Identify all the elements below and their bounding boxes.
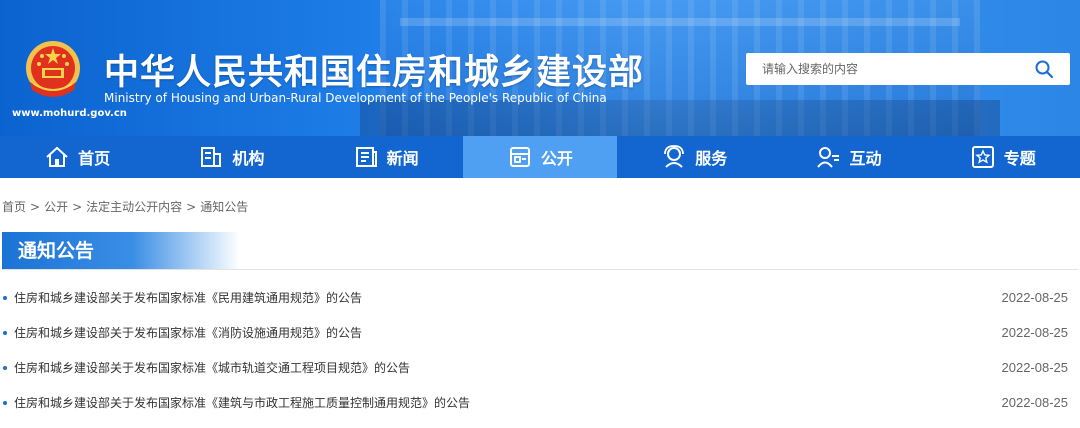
nav-item-label: 互动	[849, 149, 882, 168]
notice-date: 2022-08-25	[1001, 290, 1069, 305]
document-icon	[509, 147, 530, 167]
nav-item-label: 新闻	[386, 149, 419, 168]
nav-item-label: 专题	[1003, 149, 1036, 168]
list-item[interactable]: 住房和城乡建设部关于发布国家标准《建筑与市政工程施工质量控制通用规范》的公告 2…	[0, 385, 1080, 420]
site-title-english: Ministry of Housing and Urban-Rural Deve…	[104, 91, 607, 105]
site-url: www.mohurd.gov.cn	[12, 108, 127, 119]
notice-title[interactable]: 住房和城乡建设部关于发布国家标准《城市轨道交通工程项目规范》的公告	[14, 359, 410, 376]
breadcrumb-public[interactable]: 公开	[44, 200, 68, 214]
nav-item-label: 服务	[695, 149, 728, 168]
newspaper-icon	[355, 147, 377, 167]
bullet-icon	[3, 331, 7, 335]
nav-item-home[interactable]: 首页	[0, 136, 154, 178]
breadcrumb-separator: >	[30, 200, 41, 214]
breadcrumb-separator: >	[186, 200, 197, 214]
nav-item-services[interactable]: 服务	[617, 136, 771, 178]
home-icon	[46, 146, 68, 167]
list-item[interactable]: 住房和城乡建设部关于发布国家标准《民用建筑通用规范》的公告 2022-08-25	[0, 280, 1080, 315]
main-nav: 首页 机构 新闻 公开 服务 互动 专题	[0, 136, 1080, 178]
breadcrumb-home[interactable]: 首页	[2, 200, 26, 214]
nav-item-news[interactable]: 新闻	[309, 136, 463, 178]
service-icon	[664, 145, 685, 168]
breadcrumb-statutory[interactable]: 法定主动公开内容	[86, 200, 182, 214]
bullet-icon	[3, 401, 7, 405]
nav-item-institutions[interactable]: 机构	[154, 136, 308, 178]
notice-date: 2022-08-25	[1001, 325, 1069, 340]
nav-item-public[interactable]: 公开	[462, 136, 618, 178]
notice-date: 2022-08-25	[1001, 360, 1069, 375]
breadcrumb-notices[interactable]: 通知公告	[200, 200, 248, 214]
notice-title[interactable]: 住房和城乡建设部关于发布国家标准《建筑与市政工程施工质量控制通用规范》的公告	[14, 394, 470, 411]
chat-user-icon	[817, 147, 840, 168]
notice-title[interactable]: 住房和城乡建设部关于发布国家标准《消防设施通用规范》的公告	[14, 324, 362, 341]
list-item[interactable]: 住房和城乡建设部关于发布国家标准《消防设施通用规范》的公告 2022-08-25	[0, 315, 1080, 350]
search-icon[interactable]	[1034, 59, 1054, 79]
site-title[interactable]: 中华人民共和国住房和城乡建设部	[104, 44, 644, 95]
section-title: 通知公告	[2, 232, 240, 270]
breadcrumb: 首页 > 公开 > 法定主动公开内容 > 通知公告	[2, 198, 248, 215]
site-header: www.mohurd.gov.cn 中华人民共和国住房和城乡建设部 Minist…	[0, 0, 1080, 136]
notice-title[interactable]: 住房和城乡建设部关于发布国家标准《民用建筑通用规范》的公告	[14, 289, 362, 306]
star-icon	[971, 146, 994, 168]
section-divider	[2, 269, 1078, 270]
list-item[interactable]: 住房和城乡建设部关于发布国家标准《城市轨道交通工程项目规范》的公告 2022-0…	[0, 350, 1080, 385]
notice-list: 住房和城乡建设部关于发布国家标准《民用建筑通用规范》的公告 2022-08-25…	[0, 280, 1080, 420]
bullet-icon	[3, 296, 7, 300]
search-input[interactable]	[746, 53, 1026, 85]
notice-date: 2022-08-25	[1001, 395, 1069, 410]
nav-item-interaction[interactable]: 互动	[771, 136, 925, 178]
building-icon	[201, 147, 222, 167]
nav-item-label: 公开	[540, 149, 573, 168]
breadcrumb-separator: >	[72, 200, 83, 214]
search-box	[746, 53, 1070, 85]
nav-item-label: 机构	[232, 149, 265, 168]
nav-item-label: 首页	[78, 149, 111, 168]
bullet-icon	[3, 366, 7, 370]
national-emblem-icon[interactable]	[22, 38, 84, 104]
nav-item-topics[interactable]: 专题	[926, 136, 1080, 178]
